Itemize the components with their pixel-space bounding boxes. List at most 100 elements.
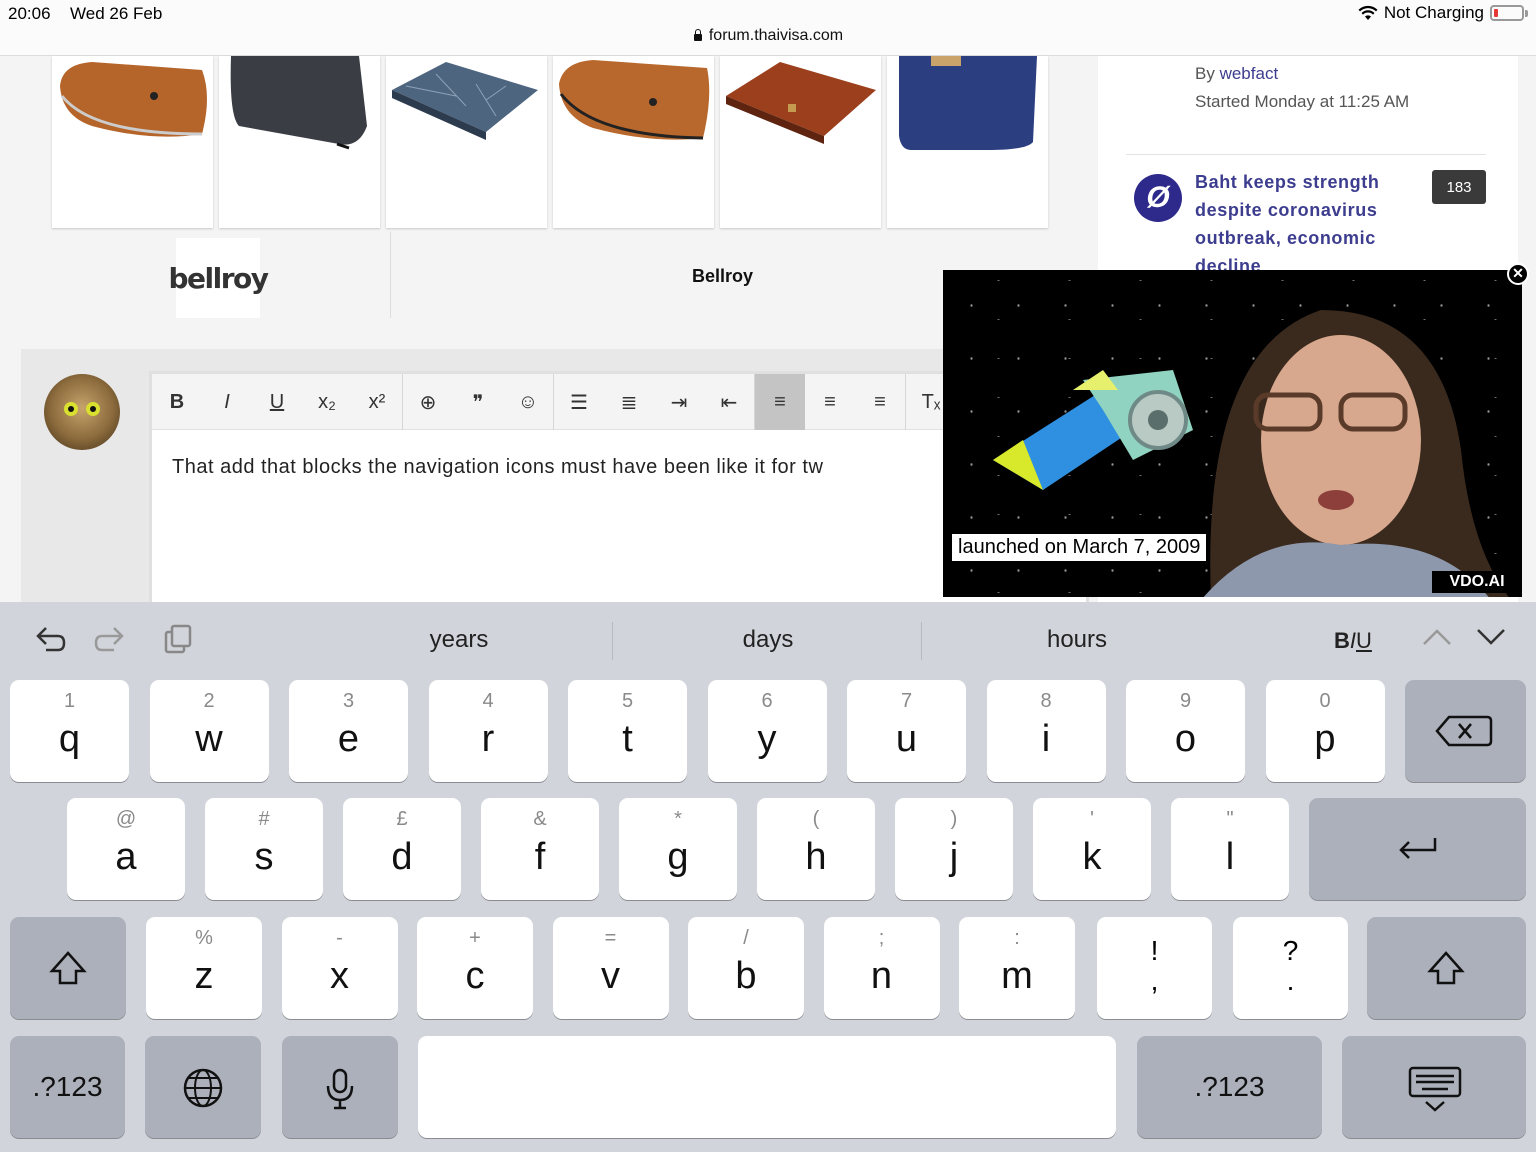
quote-button[interactable]: ❞ bbox=[453, 374, 503, 430]
status-time: 20:06 bbox=[8, 4, 51, 23]
subscript-button[interactable]: x₂ bbox=[302, 374, 352, 430]
close-ad-button[interactable]: ✕ bbox=[1507, 263, 1529, 285]
author-link[interactable]: webfact bbox=[1220, 64, 1279, 83]
suggestion-years[interactable]: years bbox=[309, 626, 609, 654]
key-label: d bbox=[391, 836, 413, 878]
reply-count-badge: 183 bbox=[1432, 170, 1486, 204]
key-f[interactable]: & f bbox=[481, 798, 599, 900]
key-u[interactable]: 7u bbox=[847, 680, 966, 782]
key-n[interactable]: ; n bbox=[823, 917, 940, 1019]
italic-button[interactable]: I bbox=[202, 374, 252, 430]
key-z[interactable]: % z bbox=[146, 917, 262, 1019]
key-b[interactable]: / b bbox=[688, 917, 804, 1019]
key-q[interactable]: 1q bbox=[10, 680, 129, 782]
key-hint: ' bbox=[1090, 808, 1094, 830]
emoji-button[interactable]: ☺ bbox=[503, 374, 553, 430]
redo-icon[interactable] bbox=[94, 622, 128, 656]
bellroy-logo: bellroy bbox=[168, 238, 269, 318]
globe-key[interactable] bbox=[145, 1036, 261, 1138]
indent-button[interactable]: ⇥ bbox=[654, 374, 704, 430]
key-o[interactable]: 9o bbox=[1126, 680, 1245, 782]
key-k[interactable]: ' k bbox=[1033, 798, 1151, 900]
shift-icon bbox=[49, 951, 87, 985]
key-punctuation[interactable]: ?. bbox=[1233, 917, 1348, 1019]
key-a[interactable]: @ a bbox=[67, 798, 185, 900]
suggestion-days[interactable]: days bbox=[618, 626, 918, 654]
key-hint: 2 bbox=[203, 690, 215, 712]
key-label: l bbox=[1225, 836, 1235, 878]
key-hint: 1 bbox=[63, 690, 76, 712]
thread-title-link[interactable]: Baht keeps strength despite coronavirus … bbox=[1195, 168, 1415, 280]
ad-brand-row[interactable]: bellroy Bellroy bbox=[52, 232, 942, 320]
wifi-icon bbox=[1358, 5, 1378, 20]
link-button[interactable]: ⊕ bbox=[403, 374, 453, 430]
key-hint: / bbox=[743, 927, 749, 949]
key-x[interactable]: -x bbox=[281, 917, 398, 1019]
shift-right-key[interactable] bbox=[1367, 917, 1526, 1019]
return-key[interactable] bbox=[1309, 798, 1526, 900]
key-h[interactable]: (h bbox=[757, 798, 875, 900]
key-hint: ( bbox=[812, 808, 820, 830]
key-label: b bbox=[735, 955, 757, 997]
chevron-down-icon[interactable] bbox=[1476, 626, 1506, 648]
key-j[interactable]: ) j bbox=[895, 798, 1013, 900]
key-w[interactable]: 2w bbox=[149, 680, 269, 782]
numbered-list-button[interactable]: ≣ bbox=[604, 374, 654, 430]
key-t[interactable]: 5t bbox=[568, 680, 687, 782]
backspace-key[interactable] bbox=[1405, 680, 1526, 782]
key-g[interactable]: * g bbox=[619, 798, 737, 900]
divider bbox=[1126, 154, 1486, 155]
chevron-up-icon[interactable] bbox=[1422, 626, 1452, 648]
key-hint: ; bbox=[878, 927, 885, 949]
suggestion-hours[interactable]: hours bbox=[927, 626, 1227, 654]
key-hint: 5 bbox=[621, 690, 634, 712]
address-bar[interactable]: forum.thaivisa.com bbox=[0, 27, 1536, 45]
video-ad[interactable]: launched on March 7, 2009 VDO.AI bbox=[943, 270, 1522, 597]
bullet-list-button[interactable]: ☰ bbox=[554, 374, 604, 430]
key-d[interactable]: £ d bbox=[343, 798, 461, 900]
superscript-button[interactable]: x² bbox=[352, 374, 402, 430]
outdent-button[interactable]: ⇤ bbox=[704, 374, 754, 430]
key-s[interactable]: # s bbox=[205, 798, 323, 900]
numbers-left-key[interactable]: .?123 bbox=[10, 1036, 125, 1138]
paste-icon[interactable] bbox=[160, 622, 194, 656]
undo-icon[interactable] bbox=[32, 622, 66, 656]
product-card[interactable] bbox=[219, 56, 380, 228]
key-m[interactable]: :m bbox=[959, 917, 1075, 1019]
vdo-logo[interactable]: VDO.AI bbox=[1432, 571, 1522, 593]
product-card[interactable] bbox=[720, 56, 881, 228]
wallet-image bbox=[726, 62, 876, 144]
microphone-key[interactable] bbox=[282, 1036, 398, 1138]
underline-button[interactable]: U bbox=[252, 374, 302, 430]
key-r[interactable]: 4r bbox=[428, 680, 548, 782]
align-left-button[interactable]: ≡ bbox=[755, 374, 805, 430]
product-card[interactable] bbox=[887, 56, 1048, 228]
space-key[interactable] bbox=[418, 1036, 1116, 1138]
key-label: ? bbox=[1282, 935, 1299, 966]
battery-icon bbox=[1490, 5, 1524, 21]
format-biu-button[interactable]: BIU bbox=[1334, 628, 1372, 654]
key-hint: # bbox=[258, 808, 270, 830]
align-center-button[interactable]: ≡ bbox=[805, 374, 855, 430]
shift-left-key[interactable] bbox=[10, 917, 126, 1019]
key-v[interactable]: = v bbox=[552, 917, 669, 1019]
key-label: x bbox=[330, 955, 349, 997]
hide-keyboard-key[interactable] bbox=[1342, 1036, 1526, 1138]
thread-avatar[interactable]: Ø bbox=[1134, 174, 1182, 222]
bold-button[interactable]: B bbox=[152, 374, 202, 430]
key-punctuation[interactable]: !, bbox=[1097, 917, 1212, 1019]
product-card[interactable] bbox=[553, 56, 714, 228]
align-right-button[interactable]: ≡ bbox=[855, 374, 905, 430]
key-y[interactable]: 6y bbox=[707, 680, 827, 782]
key-p[interactable]: 0p bbox=[1265, 680, 1385, 782]
key-e[interactable]: 3e bbox=[289, 680, 408, 782]
battery-tip bbox=[1525, 9, 1528, 17]
key-i[interactable]: 8i bbox=[986, 680, 1106, 782]
product-card[interactable] bbox=[52, 56, 213, 228]
product-card[interactable] bbox=[386, 56, 547, 228]
editor-content[interactable]: That add that blocks the navigation icon… bbox=[172, 456, 823, 479]
avatar[interactable] bbox=[44, 374, 120, 450]
numbers-right-key[interactable]: .?123 bbox=[1137, 1036, 1322, 1138]
key-l[interactable]: " l bbox=[1171, 798, 1289, 900]
key-c[interactable]: + c bbox=[417, 917, 533, 1019]
